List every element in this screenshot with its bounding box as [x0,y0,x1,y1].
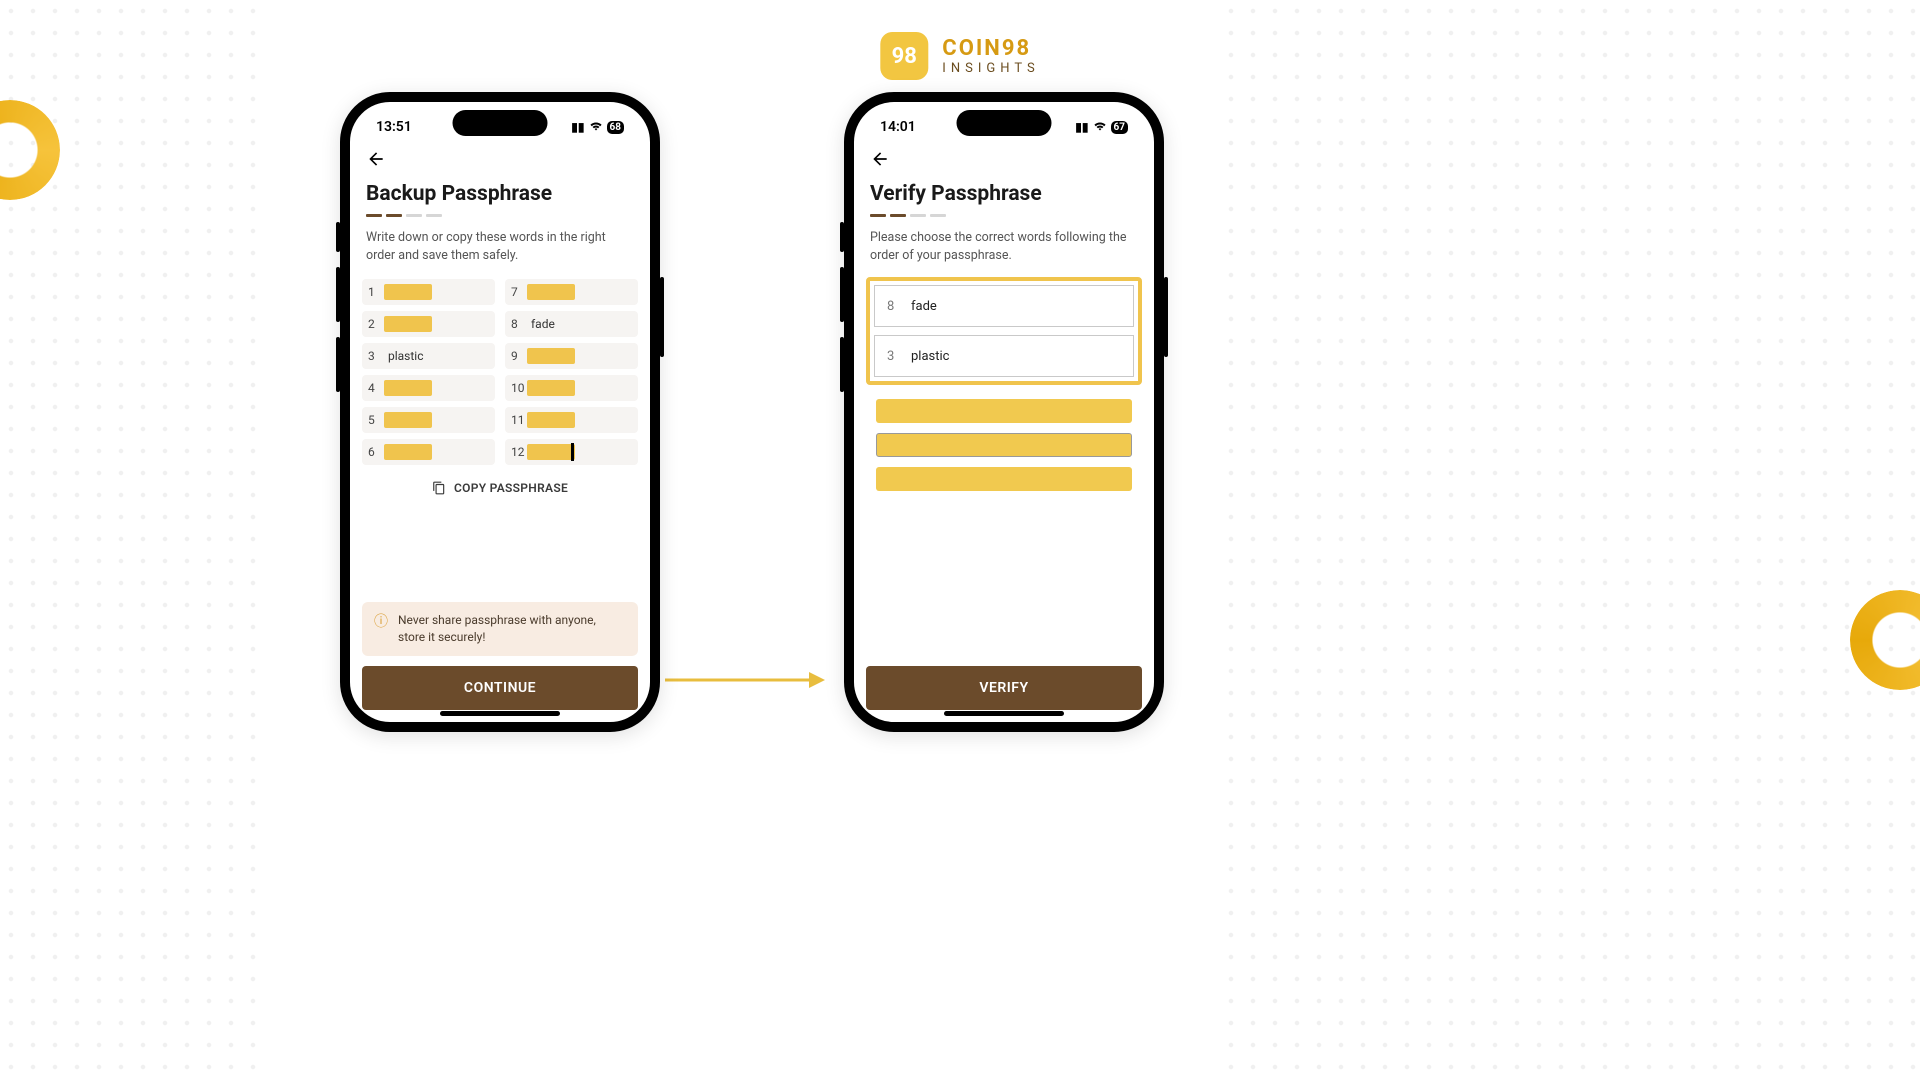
word-number: 12 [511,445,527,459]
wifi-icon [1093,120,1107,134]
brand-logo: 98 COIN98 INSIGHTS [880,32,1039,80]
verify-slot-word: plastic [911,349,949,364]
verify-choice[interactable] [876,399,1132,423]
word-number: 5 [368,413,384,427]
side-button [336,222,340,252]
arrow-left-icon [870,149,890,169]
verify-choice[interactable] [876,467,1132,491]
verify-slot-number: 8 [887,299,901,314]
page-subtitle: Please choose the correct words followin… [870,229,1138,265]
back-button[interactable] [366,146,392,172]
arrow-left-icon [366,149,386,169]
status-bar: 14:01 ▮▮ 67 [866,110,1142,140]
word-number: 1 [368,285,384,299]
cellular-icon: ▮▮ [1075,120,1088,134]
gold-ring-right [1850,590,1920,690]
word-number: 2 [368,317,384,331]
brand-name: COIN98 [942,38,1039,60]
copy-label: COPY PASSPHRASE [454,481,568,495]
verify-choice-list [866,385,1142,491]
warning-text: Never share passphrase with anyone, stor… [398,612,626,646]
hidden-word-block [527,284,575,300]
hidden-word-block [384,380,432,396]
word-number: 9 [511,349,527,363]
word-number: 6 [368,445,384,459]
passphrase-word-cell: 4 [362,375,495,401]
passphrase-word-cell: 6 [362,439,495,465]
page-title: Verify Passphrase [870,182,1138,206]
back-button[interactable] [870,146,896,172]
brand-mark: 98 [880,32,928,80]
battery-indicator: 68 [607,121,624,134]
passphrase-word-cell: 9 [505,343,638,369]
progress-indicator [366,214,634,217]
verify-slot: 8 fade [874,285,1134,327]
hidden-word-block [527,380,575,396]
side-button [1164,277,1168,357]
verify-slot-number: 3 [887,349,901,364]
side-button [840,267,844,322]
passphrase-word-cell: 8 fade [505,311,638,337]
word-number: 3 [368,349,384,363]
hidden-word-block [384,412,432,428]
word-number: 7 [511,285,527,299]
hidden-word-block [384,284,432,300]
passphrase-word-cell: 1 [362,279,495,305]
side-button [660,277,664,357]
word-text: fade [531,317,555,331]
flow-arrow-icon [665,668,825,692]
continue-button[interactable]: CONTINUE [362,666,638,710]
brand-sub: INSIGHTS [942,62,1039,75]
passphrase-word-cell: 2 [362,311,495,337]
copy-icon [432,481,446,495]
word-number: 11 [511,413,527,427]
page-subtitle: Write down or copy these words in the ri… [366,229,634,265]
side-button [336,337,340,392]
side-button [840,222,844,252]
passphrase-word-cell: 7 [505,279,638,305]
verify-button[interactable]: VERIFY [866,666,1142,710]
progress-indicator [870,214,1138,217]
phone-verify: 14:01 ▮▮ 67 Verify Passphrase Please cho… [844,92,1164,732]
info-icon: ⓘ [374,613,388,646]
status-bar: 13:51 ▮▮ 68 [362,110,638,140]
side-button [840,337,844,392]
hidden-word-block [384,316,432,332]
word-number: 10 [511,381,527,395]
gold-ring-left [0,100,60,200]
wifi-icon [589,120,603,134]
verify-target-box: 8 fade 3 plastic [866,277,1142,385]
verify-slot-word: fade [911,299,937,314]
hidden-word-block [384,444,432,460]
passphrase-word-cell: 5 [362,407,495,433]
phone-backup: 13:51 ▮▮ 68 Backup Passphrase Write down… [340,92,660,732]
word-number: 4 [368,381,384,395]
status-time: 14:01 [880,119,916,135]
passphrase-word-cell: 12 [505,439,638,465]
hidden-word-block [527,412,575,428]
warning-banner: ⓘ Never share passphrase with anyone, st… [362,602,638,656]
page-title: Backup Passphrase [366,182,634,206]
battery-indicator: 67 [1111,121,1128,134]
text-cursor [571,443,574,461]
hidden-word-block [527,444,575,460]
word-number: 8 [511,317,527,331]
passphrase-word-cell: 3 plastic [362,343,495,369]
word-text: plastic [388,349,424,363]
copy-passphrase-button[interactable]: COPY PASSPHRASE [362,481,638,495]
cellular-icon: ▮▮ [571,120,584,134]
hidden-word-block [527,348,575,364]
passphrase-grid: 1 7 2 8 fade 3 plastic 9 4 10 5 11 6 12 [362,279,638,465]
passphrase-word-cell: 10 [505,375,638,401]
side-button [336,267,340,322]
verify-choice[interactable] [876,433,1132,457]
bg-dots-right [1220,0,1920,1081]
verify-slot: 3 plastic [874,335,1134,377]
passphrase-word-cell: 11 [505,407,638,433]
status-time: 13:51 [376,119,412,135]
